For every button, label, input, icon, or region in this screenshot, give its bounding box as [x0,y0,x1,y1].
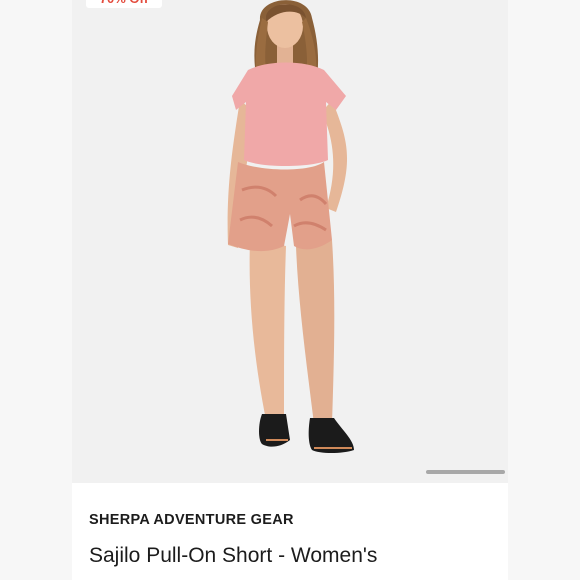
listing-screen: 70% Off SHERPA ADVENTURE GEAR Sajilo Pul… [0,0,580,580]
product-image[interactable]: 70% Off [72,0,508,483]
discount-badge: 70% Off [86,0,162,8]
shoe-left-shape [259,414,290,447]
product-title[interactable]: Sajilo Pull-On Short - Women's [89,544,377,568]
product-info: SHERPA ADVENTURE GEAR Sajilo Pull-On Sho… [72,483,508,580]
leg-left-shape [249,240,286,420]
shorts-shape [228,162,332,252]
image-scroll-indicator[interactable] [426,470,505,474]
brand-name[interactable]: SHERPA ADVENTURE GEAR [89,512,294,528]
model-photo [227,0,354,453]
leg-right-shape [296,240,335,424]
product-card[interactable]: 70% Off SHERPA ADVENTURE GEAR Sajilo Pul… [72,0,508,580]
